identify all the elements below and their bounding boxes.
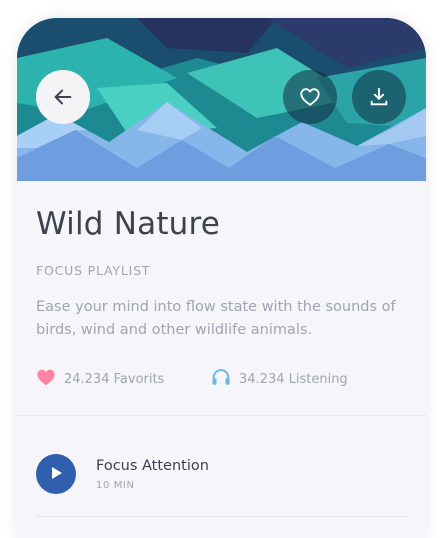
download-button[interactable] bbox=[352, 70, 406, 124]
track-divider bbox=[36, 516, 408, 517]
heart-icon bbox=[36, 368, 56, 390]
favorite-button[interactable] bbox=[283, 70, 337, 124]
listening-stat: 34.234 Listening bbox=[211, 368, 348, 390]
download-icon bbox=[368, 86, 390, 108]
favorites-stat: 24.234 Favorits bbox=[36, 368, 164, 390]
listening-count: 34.234 Listening bbox=[239, 371, 348, 387]
heart-outline-icon bbox=[299, 86, 321, 108]
playlist-description: Ease your mind into flow state with the … bbox=[36, 299, 396, 338]
hero-image bbox=[17, 18, 426, 181]
track-duration: 10 MIN bbox=[96, 479, 135, 491]
arrow-left-icon bbox=[52, 86, 74, 108]
back-button[interactable] bbox=[36, 70, 90, 124]
playlist-title: Wild Nature bbox=[36, 206, 221, 242]
track-title: Focus Attention bbox=[96, 457, 209, 474]
track-info: Focus Attention 10 MIN bbox=[96, 458, 209, 491]
playlist-card: Wild Nature FOCUS PLAYLIST Ease your min… bbox=[17, 18, 426, 538]
headphones-icon bbox=[211, 368, 231, 390]
play-icon bbox=[49, 465, 63, 484]
favorites-count: 24.234 Favorits bbox=[64, 371, 165, 387]
play-button[interactable] bbox=[36, 454, 76, 494]
section-divider bbox=[17, 415, 426, 416]
track-item[interactable]: Focus Attention 10 MIN bbox=[36, 454, 209, 494]
playlist-category: FOCUS PLAYLIST bbox=[36, 263, 151, 278]
